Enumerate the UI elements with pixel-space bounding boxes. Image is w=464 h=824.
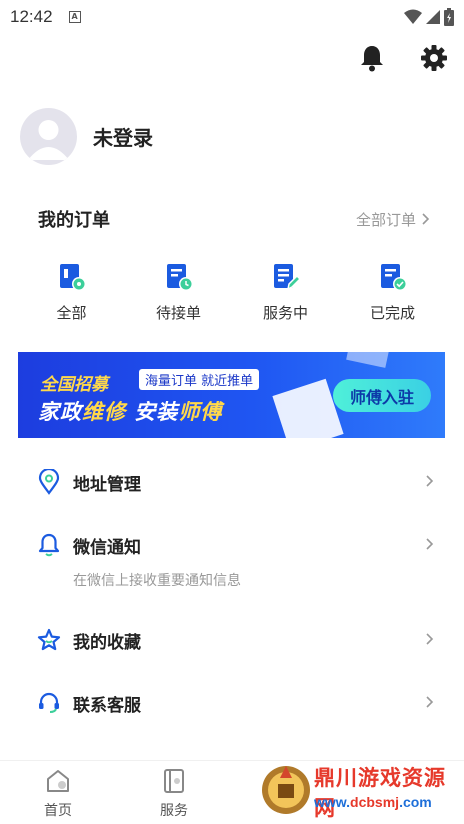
banner-headline: 家政维修 安装师傅 bbox=[38, 396, 222, 426]
order-tab-all[interactable]: 全部 bbox=[18, 262, 125, 323]
login-status[interactable]: 未登录 bbox=[93, 122, 153, 151]
order-tab-pending-label: 待接单 bbox=[155, 304, 201, 322]
banner-headline-part: 安装 bbox=[126, 400, 179, 424]
menu-item-wechat-notify[interactable]: 微信通知 bbox=[36, 532, 434, 558]
chevron-right-icon bbox=[426, 536, 434, 554]
banner-headline-part: 家政 bbox=[38, 400, 82, 424]
document-eye-icon bbox=[59, 264, 86, 291]
banner-headline-highlight: 师傅 bbox=[178, 400, 223, 424]
status-bar: 12:42 A bbox=[0, 0, 464, 34]
profile-header[interactable]: 未登录 bbox=[20, 108, 153, 165]
user-silhouette-icon bbox=[28, 120, 69, 160]
banner-tag-orders: 海量订单 就近推单 bbox=[139, 369, 260, 390]
order-tab-completed-label: 已完成 bbox=[369, 304, 415, 322]
menu-item-address[interactable]: 地址管理 bbox=[36, 469, 434, 495]
chevron-right-icon bbox=[422, 213, 430, 225]
order-tab-all-label: 全部 bbox=[56, 304, 87, 322]
signal-icon bbox=[426, 10, 440, 24]
avatar[interactable] bbox=[20, 108, 77, 165]
topbar-actions bbox=[356, 42, 450, 74]
tab-service-label: 服务 bbox=[160, 803, 188, 819]
document-edit-icon bbox=[273, 264, 301, 291]
order-tab-in-service-label: 服务中 bbox=[262, 304, 308, 322]
watermark-url-part: .com bbox=[399, 794, 432, 810]
chevron-right-icon bbox=[426, 631, 434, 649]
order-tab-pending[interactable]: 待接单 bbox=[125, 262, 232, 323]
watermark-url-part: www. bbox=[314, 794, 351, 810]
watermark-url: www.dcbsmj.com bbox=[314, 794, 432, 810]
bell-outline-icon bbox=[36, 532, 62, 558]
menu-item-wechat-subtitle: 在微信上接收重要通知信息 bbox=[73, 573, 241, 589]
battery-icon bbox=[444, 8, 454, 26]
chevron-right-icon bbox=[426, 473, 434, 491]
tab-home[interactable]: 首页 bbox=[0, 761, 116, 824]
star-icon bbox=[36, 627, 62, 653]
menu-item-support[interactable]: 联系客服 bbox=[36, 690, 434, 716]
menu-item-favorites[interactable]: 我的收藏 bbox=[36, 627, 434, 653]
recruit-banner[interactable]: 全国招募 海量订单 就近推单 家政维修 安装师傅 师傅入驻 bbox=[18, 352, 445, 438]
status-time: 12:42 bbox=[10, 7, 53, 26]
watermark-title: 鼎川游戏资源网 bbox=[314, 766, 446, 820]
home-icon bbox=[47, 770, 69, 792]
orders-header: 我的订单 全部订单 bbox=[38, 206, 430, 232]
tab-service[interactable]: 服务 bbox=[116, 761, 232, 824]
site-watermark: 鼎川游戏资源网 www.dcbsmj.com bbox=[258, 756, 464, 824]
all-orders-label: 全部订单 bbox=[355, 210, 416, 229]
gear-icon[interactable] bbox=[418, 42, 450, 74]
watermark-url-part: dcbsmj bbox=[350, 794, 400, 810]
order-tab-completed[interactable]: 已完成 bbox=[339, 262, 446, 323]
document-clock-icon bbox=[166, 264, 193, 291]
document-check-icon bbox=[380, 264, 407, 291]
all-orders-link[interactable]: 全部订单 bbox=[356, 209, 430, 230]
tab-home-label: 首页 bbox=[44, 803, 72, 819]
banner-tag-recruit: 全国招募 bbox=[40, 375, 108, 395]
chevron-right-icon bbox=[426, 694, 434, 712]
location-pin-icon bbox=[36, 469, 62, 495]
service-icon bbox=[164, 769, 184, 793]
banner-headline-highlight: 维修 bbox=[82, 400, 126, 424]
menu-item-support-label: 联系客服 bbox=[73, 695, 141, 716]
notification-icon: A bbox=[68, 11, 81, 23]
join-as-master-button[interactable]: 师傅入驻 bbox=[333, 379, 431, 412]
menu-item-address-label: 地址管理 bbox=[73, 474, 141, 495]
banner-paper-decoration bbox=[272, 378, 344, 438]
bell-icon[interactable] bbox=[356, 42, 388, 74]
status-indicators bbox=[404, 8, 454, 26]
orders-title: 我的订单 bbox=[38, 210, 110, 231]
order-status-row: 全部 待接单 服务中 已完成 bbox=[18, 262, 446, 323]
wifi-icon bbox=[404, 9, 422, 24]
menu-item-favorites-label: 我的收藏 bbox=[73, 632, 141, 653]
menu-item-wechat-label: 微信通知 bbox=[73, 537, 141, 558]
watermark-logo-icon bbox=[262, 766, 310, 814]
headset-icon bbox=[36, 690, 62, 716]
order-tab-in-service[interactable]: 服务中 bbox=[232, 262, 339, 323]
banner-paper-decoration bbox=[346, 352, 390, 368]
